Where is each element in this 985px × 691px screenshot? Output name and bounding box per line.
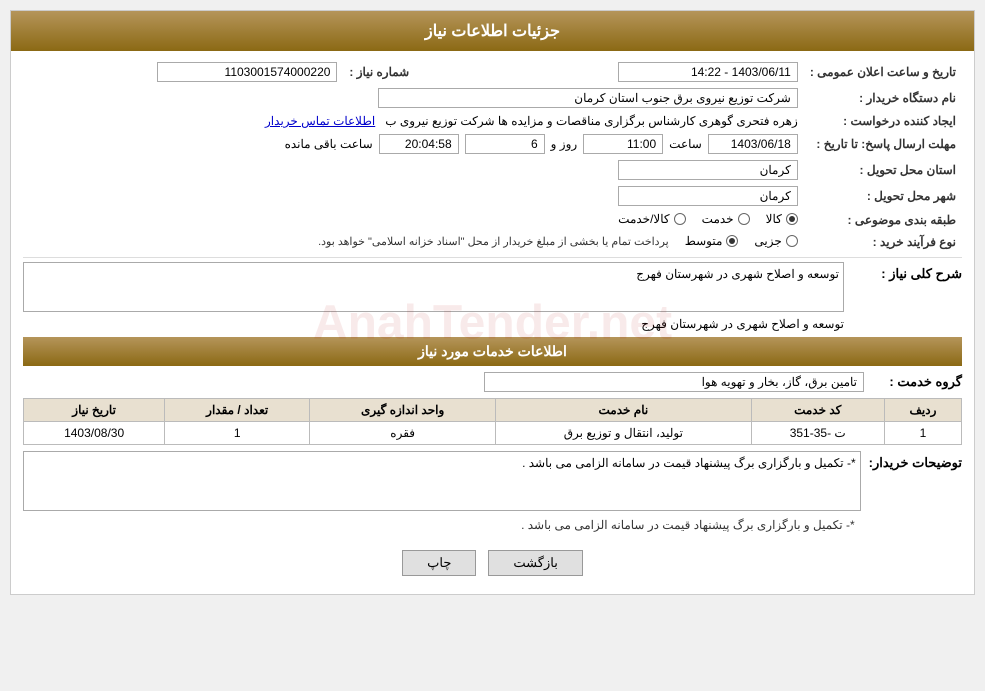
services-section: اطلاعات خدمات مورد نیاز گروه خدمت : تامی…: [23, 337, 962, 536]
info-table: تاریخ و ساعت اعلان عمومی : 1403/06/11 - …: [23, 59, 962, 253]
tabaqe-kala-radio[interactable]: [786, 213, 798, 225]
grooh-value: تامین برق، گاز، بخار و تهویه هوا: [23, 372, 864, 392]
ostan-box: کرمان: [618, 160, 798, 180]
col-radif: ردیف: [884, 399, 961, 422]
tabaqe-label: طبقه بندی موضوعی :: [804, 209, 962, 231]
print-button[interactable]: چاپ: [402, 550, 476, 576]
mohlat-label: مهلت ارسال پاسخ: تا تاریخ :: [804, 131, 962, 157]
tarikh-pasokh-box: 1403/06/18: [708, 134, 798, 154]
tabaqe-kala-khedmat-label: کالا/خدمت: [618, 212, 669, 226]
noE-radio-group: جزیی متوسط پرداخت تمام یا بخشی از مبلغ خ…: [318, 234, 798, 248]
tawzeehat-row: توضیحات خریدار: *- تکمیل و بارگزاری برگ …: [23, 451, 962, 536]
sharh-value-display: توسعه و اصلاح شهری در شهرستان فهرج: [23, 315, 844, 333]
main-container: جزئیات اطلاعات نیاز AnahTender.net تاریخ…: [10, 10, 975, 595]
page-title: جزئیات اطلاعات نیاز: [425, 23, 560, 40]
grooh-label: گروه خدمت :: [872, 374, 962, 390]
ijad-value: زهره فتحری گوهری کارشناس برگزاری مناقصات…: [23, 111, 804, 131]
nam-dastgah-label: نام دستگاه خریدار :: [804, 85, 962, 111]
shomara-value: 1103001574000220: [23, 59, 343, 85]
ijad-link[interactable]: اطلاعات تماس خریدار: [265, 114, 375, 128]
services-table: ردیف کد خدمت نام خدمت واحد اندازه گیری ت…: [23, 398, 962, 445]
remaining-time: 1403/06/18 ساعت 11:00 روز و 6 20:04:58 س…: [285, 134, 798, 154]
tabaqe-kala-label: کالا: [766, 212, 782, 226]
noE-jezii-radio[interactable]: [786, 235, 798, 247]
noE-label: نوع فرآیند خرید :: [804, 231, 962, 253]
sharh-label: شرح کلی نیاز :: [852, 262, 962, 282]
noE-pardakht-text: پرداخت تمام یا بخشی از مبلغ خریدار از مح…: [318, 235, 669, 248]
roz-label: روز و: [551, 137, 578, 151]
page-header: جزئیات اطلاعات نیاز: [11, 11, 974, 51]
ijad-text: زهره فتحری گوهری کارشناس برگزاری مناقصات…: [385, 114, 798, 128]
tarikh-elan-value: 1403/06/11 - 14:22: [483, 59, 803, 85]
baqi-box: 20:04:58: [379, 134, 459, 154]
ijad-label: ایجاد کننده درخواست :: [804, 111, 962, 131]
grooh-row: گروه خدمت : تامین برق، گاز، بخار و تهویه…: [23, 372, 962, 392]
col-vahed: واحد اندازه گیری: [310, 399, 496, 422]
cell-tedad: 1: [165, 422, 310, 445]
saat-label: ساعت: [669, 137, 702, 151]
sharh-textarea[interactable]: [23, 262, 844, 312]
button-bar: بازگشت چاپ: [23, 540, 962, 586]
tawzeehat-content: *- تکمیل و بارگزاری برگ پیشنهاد قیمت در …: [23, 451, 861, 536]
noE-row: جزیی متوسط پرداخت تمام یا بخشی از مبلغ خ…: [23, 231, 804, 253]
shomara-label: شماره نیاز :: [343, 59, 463, 85]
back-button[interactable]: بازگشت: [488, 550, 582, 576]
noE-motevaset-label: متوسط: [685, 234, 723, 248]
noE-jezii-item[interactable]: جزیی: [754, 234, 797, 248]
baqi-label: ساعت باقی مانده: [285, 137, 373, 151]
noE-motevaset-radio[interactable]: [726, 235, 738, 247]
noE-jezii-label: جزیی: [754, 234, 781, 248]
shahr-value: کرمان: [23, 183, 804, 209]
saat-pasokh-box: 11:00: [583, 134, 663, 154]
tabaqe-kala-item[interactable]: کالا: [766, 212, 798, 226]
grooh-box: تامین برق، گاز، بخار و تهویه هوا: [484, 372, 864, 392]
cell-kod: ت -35-351: [751, 422, 884, 445]
cell-radif: 1: [884, 422, 961, 445]
tabaqe-kala-khedmat-radio[interactable]: [674, 213, 686, 225]
col-tarikh: تاریخ نیاز: [24, 399, 165, 422]
col-tedad: تعداد / مقدار: [165, 399, 310, 422]
tabaqe-khedmat-label: خدمت: [702, 212, 734, 226]
services-header: اطلاعات خدمات مورد نیاز: [23, 337, 962, 366]
tabaqe-kala-khedmat-item[interactable]: کالا/خدمت: [618, 212, 685, 226]
tawzeehat-note: *- تکمیل و بارگزاری برگ پیشنهاد قیمت در …: [23, 514, 861, 536]
tabaqe-khedmat-radio[interactable]: [738, 213, 750, 225]
tarikh-elan-label: تاریخ و ساعت اعلان عمومی :: [804, 59, 962, 85]
tarikh-elan-box: 1403/06/11 - 14:22: [618, 62, 798, 82]
cell-tarikh: 1403/08/30: [24, 422, 165, 445]
col-nam: نام خدمت: [496, 399, 751, 422]
tabaqe-khedmat-item[interactable]: خدمت: [702, 212, 750, 226]
table-row: 1ت -35-351تولید، انتقال و توزیع برقفقره1…: [24, 422, 962, 445]
mohlat-row: 1403/06/18 ساعت 11:00 روز و 6 20:04:58 س…: [23, 131, 804, 157]
roz-box: 6: [465, 134, 545, 154]
col-kod: کد خدمت: [751, 399, 884, 422]
tawzeehat-label: توضیحات خریدار:: [869, 451, 962, 471]
sharh-section: شرح کلی نیاز : توسعه و اصلاح شهری در شهر…: [23, 262, 962, 333]
nam-dastgah-value: شرکت توزیع نیروی برق جنوب استان کرمان: [23, 85, 804, 111]
tawzeehat-textarea[interactable]: [23, 451, 861, 511]
cell-nam: تولید، انتقال و توزیع برق: [496, 422, 751, 445]
ostan-label: استان محل تحویل :: [804, 157, 962, 183]
divider-1: [23, 257, 962, 258]
nam-dastgah-box: شرکت توزیع نیروی برق جنوب استان کرمان: [378, 88, 798, 108]
noE-motevaset-item[interactable]: متوسط: [685, 234, 739, 248]
content-area: AnahTender.net تاریخ و ساعت اعلان عمومی …: [11, 51, 974, 594]
shahr-box: کرمان: [618, 186, 798, 206]
cell-vahed: فقره: [310, 422, 496, 445]
shahr-label: شهر محل تحویل :: [804, 183, 962, 209]
tabaqe-row: کالا خدمت کالا/خدمت: [23, 209, 804, 231]
shomara-box: 1103001574000220: [157, 62, 337, 82]
tabaqe-radio-group: کالا خدمت کالا/خدمت: [618, 212, 798, 226]
ostan-value: کرمان: [23, 157, 804, 183]
sharh-content: توسعه و اصلاح شهری در شهرستان فهرج: [23, 262, 844, 333]
